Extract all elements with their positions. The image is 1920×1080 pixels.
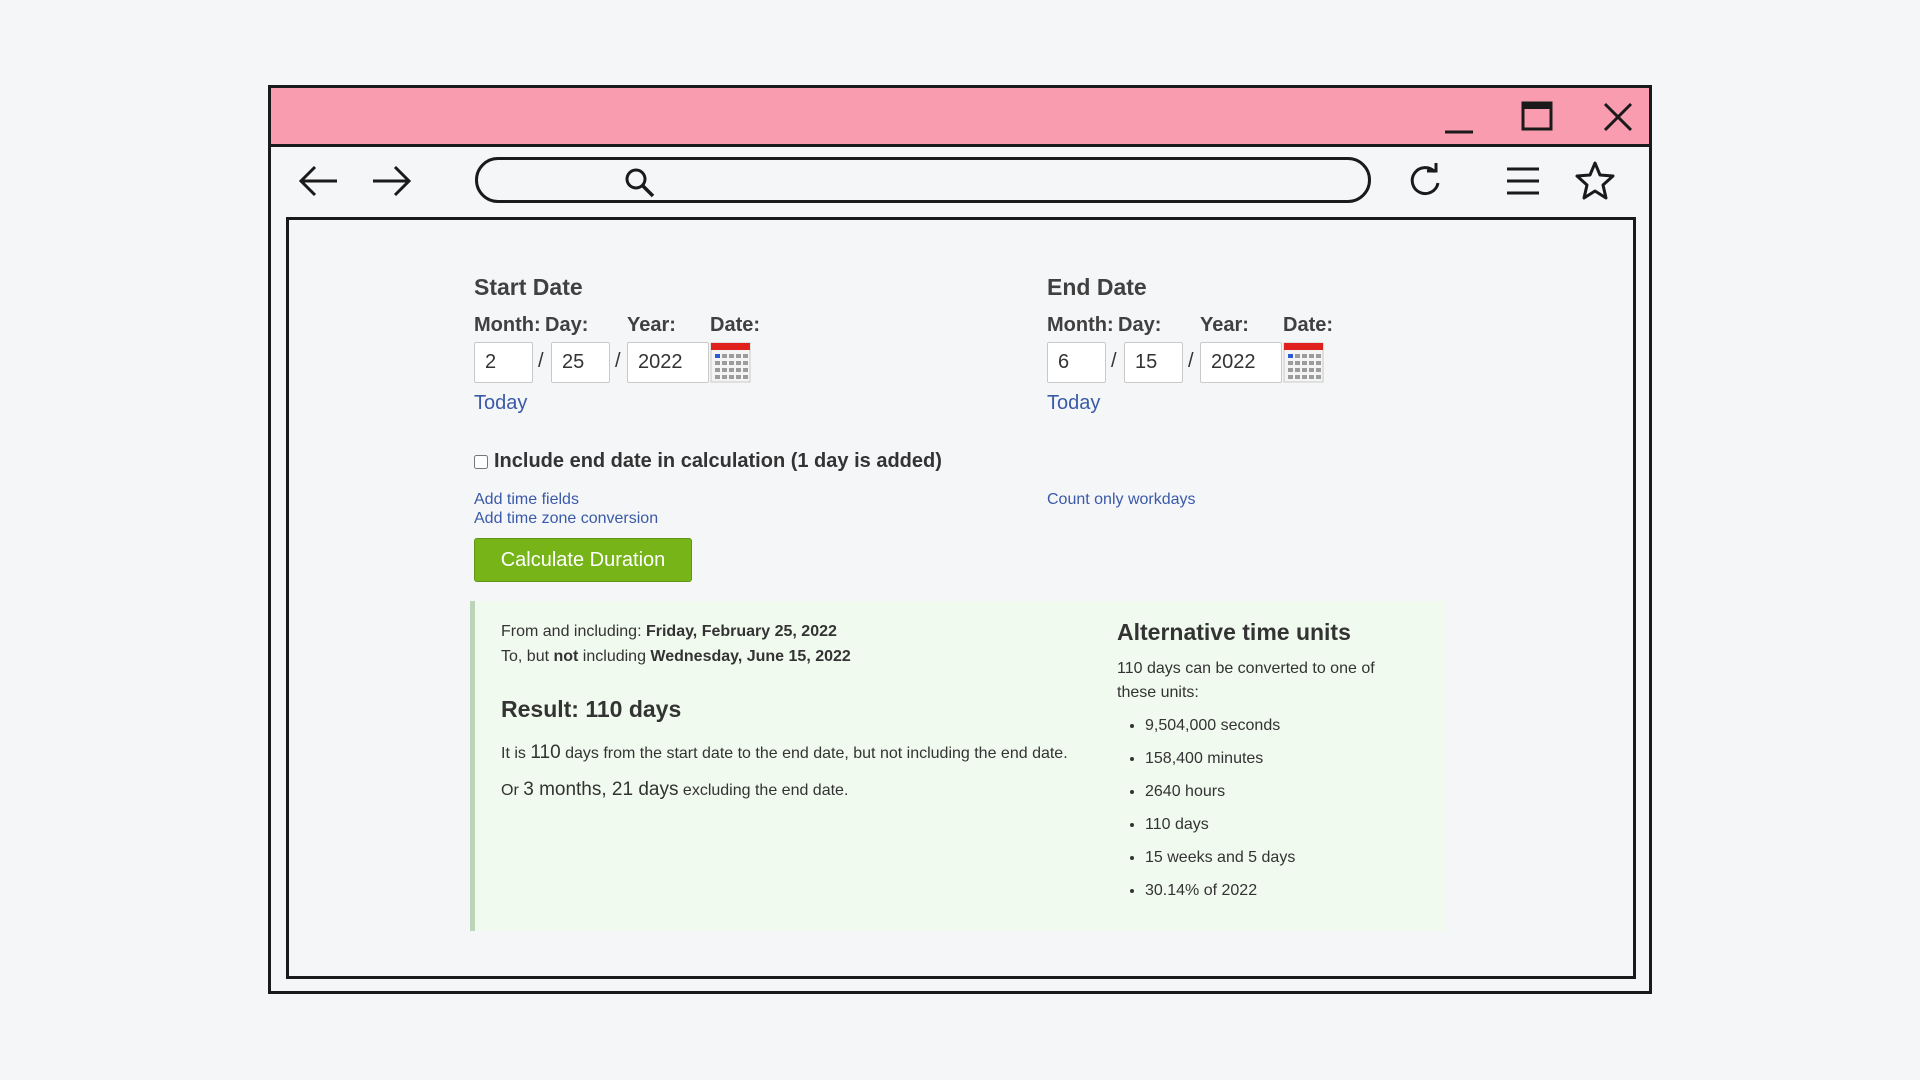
to-prefix: To, but (501, 648, 554, 665)
sentence1-number: 110 (530, 742, 561, 763)
alternative-units: Alternative time units 110 days can be c… (1117, 619, 1417, 907)
start-today-link[interactable]: Today (474, 392, 583, 415)
start-year-label: Year: (627, 314, 676, 336)
start-day-input[interactable] (551, 342, 610, 383)
alternative-units-heading: Alternative time units (1117, 619, 1351, 645)
date-separator: / (1111, 350, 1117, 372)
end-day-label: Day: (1118, 314, 1162, 336)
reload-icon[interactable] (1401, 159, 1449, 203)
end-today-link[interactable]: Today (1047, 392, 1147, 415)
to-mid: including (578, 648, 651, 665)
sentence2-number: 3 months, 21 days (523, 779, 679, 800)
calendar-icon[interactable] (710, 342, 751, 383)
result-days-sentence: It is 110 days from the start date to th… (501, 735, 1091, 772)
include-end-date-option: Include end date in calculation (1 day i… (474, 450, 942, 473)
sentence2-pre: Or (501, 782, 524, 799)
include-end-date-label[interactable]: Include end date in calculation (1 day i… (494, 450, 942, 473)
list-item: 30.14% of 2022 (1145, 874, 1417, 907)
start-date-labels: Month: Day: Year: Date: (474, 314, 760, 338)
end-year-input[interactable] (1200, 342, 1282, 383)
result-panel: From and including: Friday, February 25,… (470, 601, 1445, 931)
date-separator: / (615, 350, 621, 372)
forward-arrow-icon[interactable] (367, 159, 415, 203)
page-viewport: Start Date Month: Day: Year: Date: / / (286, 217, 1636, 979)
result-summary: From and including: Friday, February 25,… (501, 619, 1091, 809)
back-arrow-icon[interactable] (295, 159, 343, 203)
list-item: 110 days (1145, 808, 1417, 841)
add-time-fields-link[interactable]: Add time fields (474, 490, 658, 509)
list-item: 2640 hours (1145, 775, 1417, 808)
end-month-label: Month: (1047, 314, 1114, 336)
list-item: 9,504,000 seconds (1145, 709, 1417, 742)
list-item: 15 weeks and 5 days (1145, 841, 1417, 874)
title-bar (271, 88, 1649, 147)
browser-toolbar (271, 147, 1649, 215)
maximize-icon[interactable] (1516, 98, 1560, 138)
count-workdays-link[interactable]: Count only workdays (1047, 490, 1196, 509)
search-icon (622, 165, 658, 201)
minimize-icon[interactable] (1437, 98, 1481, 138)
start-date-heading: Start Date (474, 274, 583, 300)
end-day-input[interactable] (1124, 342, 1183, 383)
sentence1-post: days from the start date to the end date… (560, 745, 1068, 762)
close-icon[interactable] (1597, 98, 1641, 138)
start-month-label: Month: (474, 314, 541, 336)
start-date-label: Date: (710, 314, 761, 336)
alternative-units-list: 9,504,000 seconds 158,400 minutes 2640 h… (1117, 709, 1417, 907)
address-input[interactable] (668, 166, 1348, 196)
start-month-input[interactable] (474, 342, 533, 383)
from-line: From and including: Friday, February 25,… (501, 619, 1091, 644)
end-date-labels: Month: Day: Year: Date: (1047, 314, 1333, 338)
from-prefix: From and including: (501, 623, 646, 640)
browser-window: Start Date Month: Day: Year: Date: / / (268, 85, 1652, 994)
calendar-icon[interactable] (1283, 342, 1324, 383)
end-month-input[interactable] (1047, 342, 1106, 383)
list-item: 158,400 minutes (1145, 742, 1417, 775)
start-date-section: Start Date Month: Day: Year: Date: / / (474, 274, 760, 415)
alternative-units-intro: 110 days can be converted to one of thes… (1117, 660, 1375, 701)
end-date-fields: / / (1047, 342, 1324, 384)
from-date: Friday, February 25, 2022 (645, 623, 837, 640)
end-year-label: Year: (1200, 314, 1249, 336)
end-date-label: Date: (1283, 314, 1334, 336)
include-end-date-checkbox[interactable] (474, 454, 488, 469)
to-not: not (553, 648, 579, 665)
start-year-input[interactable] (627, 342, 709, 383)
date-separator: / (538, 350, 544, 372)
calculate-duration-button[interactable]: Calculate Duration (474, 538, 692, 582)
start-date-fields: / / (474, 342, 751, 384)
end-date-section: End Date Month: Day: Year: Date: / / (1047, 274, 1333, 415)
add-time-zone-link[interactable]: Add time zone conversion (474, 509, 658, 528)
extra-options-links: Add time fields Add time zone conversion (474, 490, 658, 528)
sentence2-post: excluding the end date. (678, 782, 849, 799)
end-date-heading: End Date (1047, 274, 1147, 300)
result-months-sentence: Or 3 months, 21 days excluding the end d… (501, 772, 1091, 809)
date-separator: / (1188, 350, 1194, 372)
result-heading: Result: 110 days (501, 696, 682, 722)
star-icon[interactable] (1571, 159, 1619, 203)
sentence1-pre: It is (501, 745, 531, 762)
start-day-label: Day: (545, 314, 589, 336)
menu-icon[interactable] (1499, 159, 1547, 203)
address-bar[interactable] (475, 157, 1371, 203)
to-date: Wednesday, June 15, 2022 (650, 648, 851, 665)
to-line: To, but not including Wednesday, June 15… (501, 644, 1091, 669)
